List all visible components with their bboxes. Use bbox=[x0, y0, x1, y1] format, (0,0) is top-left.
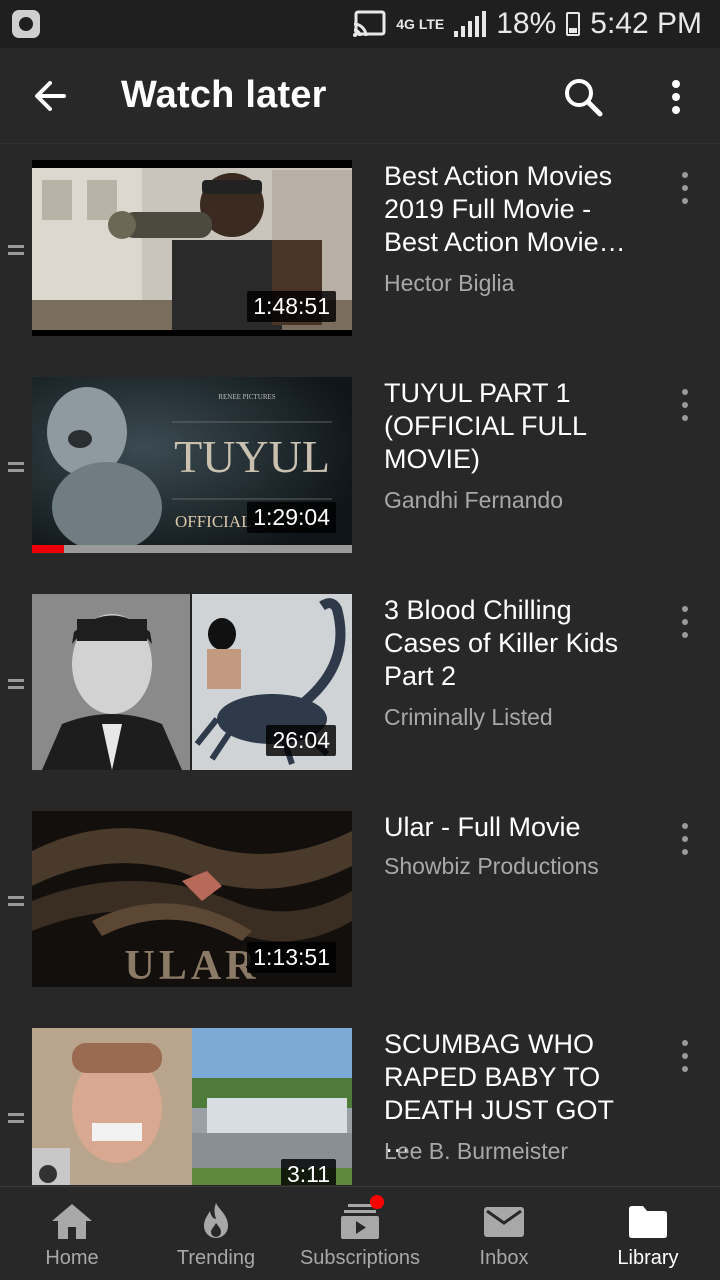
camera-notification-icon bbox=[12, 10, 40, 38]
video-duration: 1:13:51 bbox=[247, 942, 336, 973]
video-menu-button[interactable] bbox=[672, 1036, 698, 1076]
battery-percent: 18% bbox=[496, 7, 557, 40]
search-icon bbox=[565, 79, 603, 117]
nav-library[interactable]: Library bbox=[576, 1187, 720, 1280]
thumb-ular-title: ULAR bbox=[124, 943, 259, 987]
notification-dot bbox=[370, 1195, 384, 1209]
video-duration: 1:29:04 bbox=[247, 502, 336, 533]
video-row[interactable]: ULAR 1:13:51 Ular - Full Movie Showbiz P… bbox=[0, 811, 720, 1001]
battery-icon bbox=[566, 12, 581, 36]
clock: 5:42 PM bbox=[590, 7, 702, 40]
nav-home-label: Home bbox=[45, 1247, 99, 1269]
more-vert-icon bbox=[672, 80, 680, 114]
channel-name[interactable]: Hector Biglia bbox=[384, 270, 514, 297]
video-row[interactable]: 1:48:51 Best Action Movies 2019 Full Mov… bbox=[0, 160, 720, 350]
video-duration: 3:11 bbox=[280, 1159, 336, 1185]
search-button[interactable] bbox=[558, 72, 608, 122]
nav-home[interactable]: Home bbox=[0, 1187, 144, 1280]
flame-icon bbox=[204, 1203, 228, 1238]
nav-trending-label: Trending bbox=[176, 1247, 256, 1269]
video-duration: 1:48:51 bbox=[247, 291, 336, 322]
video-thumbnail[interactable]: 26:04 bbox=[32, 594, 352, 770]
back-arrow-icon bbox=[35, 81, 66, 111]
video-title[interactable]: 3 Blood Chilling Cases of Killer Kids Pa… bbox=[384, 594, 649, 693]
nav-subscriptions-label: Subscriptions bbox=[299, 1247, 421, 1269]
nav-inbox[interactable]: Inbox bbox=[432, 1187, 576, 1280]
watch-later-list: 1:48:51 Best Action Movies 2019 Full Mov… bbox=[0, 145, 720, 1185]
page-title: Watch later bbox=[121, 74, 327, 116]
drag-handle-icon[interactable] bbox=[8, 1113, 24, 1123]
drag-handle-icon[interactable] bbox=[8, 245, 24, 255]
video-menu-button[interactable] bbox=[672, 168, 698, 208]
back-button[interactable] bbox=[24, 70, 76, 122]
video-thumbnail[interactable]: ULAR 1:13:51 bbox=[32, 811, 352, 987]
video-menu-button[interactable] bbox=[672, 819, 698, 859]
app-bar: Watch later bbox=[0, 48, 720, 144]
cast-icon bbox=[353, 10, 386, 37]
signal-icon bbox=[454, 11, 487, 37]
nav-trending[interactable]: Trending bbox=[144, 1187, 288, 1280]
status-indicators: 4G LTE 18% 5:42 PM bbox=[352, 0, 702, 48]
watch-progress-fill bbox=[32, 545, 64, 553]
status-bar: 4G LTE 18% 5:42 PM bbox=[0, 0, 720, 48]
channel-name[interactable]: Lee B. Burmeister bbox=[384, 1138, 568, 1165]
thumb-tuyul-title: TUYUL bbox=[174, 431, 330, 482]
video-row[interactable]: 3:11 SCUMBAG WHO RAPED BABY TO DEATH JUS… bbox=[0, 1028, 720, 1185]
video-thumbnail[interactable]: RENEE PICTURES OFFICIAL TUYUL 1:29:04 bbox=[32, 377, 352, 553]
home-icon bbox=[52, 1204, 92, 1239]
svg-text:RENEE PICTURES: RENEE PICTURES bbox=[218, 393, 275, 401]
channel-name[interactable]: Criminally Listed bbox=[384, 704, 553, 731]
bottom-navigation: Home Trending Subscriptions Inbox Librar… bbox=[0, 1186, 720, 1280]
thumb-official-text: OFFICIAL bbox=[175, 512, 252, 531]
video-row[interactable]: 26:04 3 Blood Chilling Cases of Killer K… bbox=[0, 594, 720, 784]
video-thumbnail[interactable]: 1:48:51 bbox=[32, 160, 352, 336]
drag-handle-icon[interactable] bbox=[8, 462, 24, 472]
video-title[interactable]: TUYUL PART 1 (OFFICIAL FULL MOVIE) bbox=[384, 377, 649, 476]
video-duration: 26:04 bbox=[266, 725, 336, 756]
nav-subscriptions[interactable]: Subscriptions bbox=[288, 1187, 432, 1280]
nav-library-label: Library bbox=[617, 1247, 679, 1269]
video-title[interactable]: Best Action Movies 2019 Full Movie - Bes… bbox=[384, 160, 649, 259]
drag-handle-icon[interactable] bbox=[8, 896, 24, 906]
video-row[interactable]: RENEE PICTURES OFFICIAL TUYUL 1:29:04 TU… bbox=[0, 377, 720, 567]
network-type: 4G LTE bbox=[396, 16, 445, 32]
more-options-button[interactable] bbox=[656, 72, 696, 122]
drag-handle-icon[interactable] bbox=[8, 679, 24, 689]
channel-name[interactable]: Showbiz Productions bbox=[384, 853, 599, 880]
watch-progress-bar bbox=[32, 545, 352, 553]
channel-name[interactable]: Gandhi Fernando bbox=[384, 487, 563, 514]
folder-icon bbox=[629, 1206, 667, 1238]
video-menu-button[interactable] bbox=[672, 602, 698, 642]
mail-icon bbox=[484, 1207, 524, 1237]
video-title[interactable]: Ular - Full Movie bbox=[384, 811, 649, 844]
nav-inbox-label: Inbox bbox=[479, 1247, 529, 1269]
video-menu-button[interactable] bbox=[672, 385, 698, 425]
video-thumbnail[interactable]: 3:11 bbox=[32, 1028, 352, 1185]
